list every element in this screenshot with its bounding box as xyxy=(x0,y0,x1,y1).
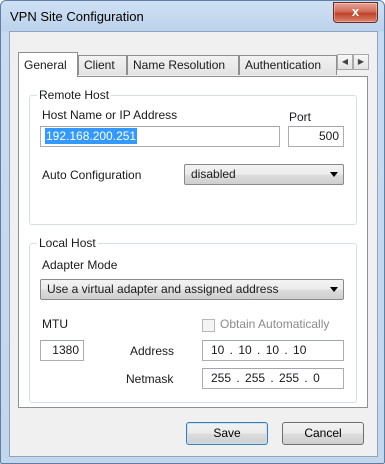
host-address-value: 192.168.200.251 xyxy=(45,128,138,144)
tab-scroll-right-icon[interactable]: ▶ xyxy=(353,54,369,70)
obtain-automatically-label: Obtain Automatically xyxy=(220,317,330,331)
local-host-group-label: Local Host xyxy=(37,236,98,250)
mtu-label: MTU xyxy=(42,317,68,331)
adapter-mode-label: Adapter Mode xyxy=(42,258,118,272)
mtu-input[interactable]: 1380 xyxy=(40,340,84,361)
tab-authentication[interactable]: Authentication xyxy=(239,55,337,75)
remote-host-group: Remote Host Host Name or IP Address Port… xyxy=(29,88,357,225)
tab-general[interactable]: General xyxy=(18,52,78,77)
window-title: VPN Site Configuration xyxy=(10,9,144,24)
cancel-button[interactable]: Cancel xyxy=(282,422,364,445)
host-name-label: Host Name or IP Address xyxy=(42,108,178,122)
obtain-automatically-checkbox[interactable] xyxy=(202,319,215,332)
chevron-down-icon xyxy=(330,287,338,292)
host-address-input[interactable]: 192.168.200.251 xyxy=(40,126,280,147)
local-host-group: Local Host Adapter Mode Use a virtual ad… xyxy=(29,236,357,403)
save-button[interactable]: Save xyxy=(186,422,268,445)
tab-name-resolution[interactable]: Name Resolution xyxy=(127,55,239,75)
port-input[interactable]: 500 xyxy=(288,126,344,147)
adapter-mode-value: Use a virtual adapter and assigned addre… xyxy=(47,282,279,296)
auto-configuration-value: disabled xyxy=(191,167,236,181)
tab-client[interactable]: Client xyxy=(78,55,127,75)
close-icon: x xyxy=(351,4,360,19)
netmask-label: Netmask xyxy=(126,372,174,386)
general-tab-panel: Remote Host Host Name or IP Address Port… xyxy=(18,76,368,408)
auto-configuration-select[interactable]: disabled xyxy=(184,164,344,185)
adapter-mode-select[interactable]: Use a virtual adapter and assigned addre… xyxy=(40,279,344,300)
address-input[interactable]: 10 . 10 . 10 . 10 xyxy=(202,340,344,361)
tab-scroll-left-icon[interactable]: ◀ xyxy=(337,54,353,70)
netmask-input[interactable]: 255 . 255 . 255 . 0 xyxy=(202,368,344,389)
port-label: Port xyxy=(289,110,312,124)
auto-configuration-label: Auto Configuration xyxy=(42,168,142,182)
close-button[interactable]: x xyxy=(333,2,378,23)
tab-strip: General Client Name Resolution Authentic… xyxy=(18,52,370,77)
title-bar[interactable]: VPN Site Configuration x xyxy=(1,1,384,31)
dialog-client-area: General Client Name Resolution Authentic… xyxy=(9,31,378,457)
chevron-down-icon xyxy=(330,172,338,177)
remote-host-group-label: Remote Host xyxy=(37,88,112,102)
vpn-site-configuration-window: VPN Site Configuration x General Client … xyxy=(0,0,385,464)
address-label: Address xyxy=(130,344,175,358)
